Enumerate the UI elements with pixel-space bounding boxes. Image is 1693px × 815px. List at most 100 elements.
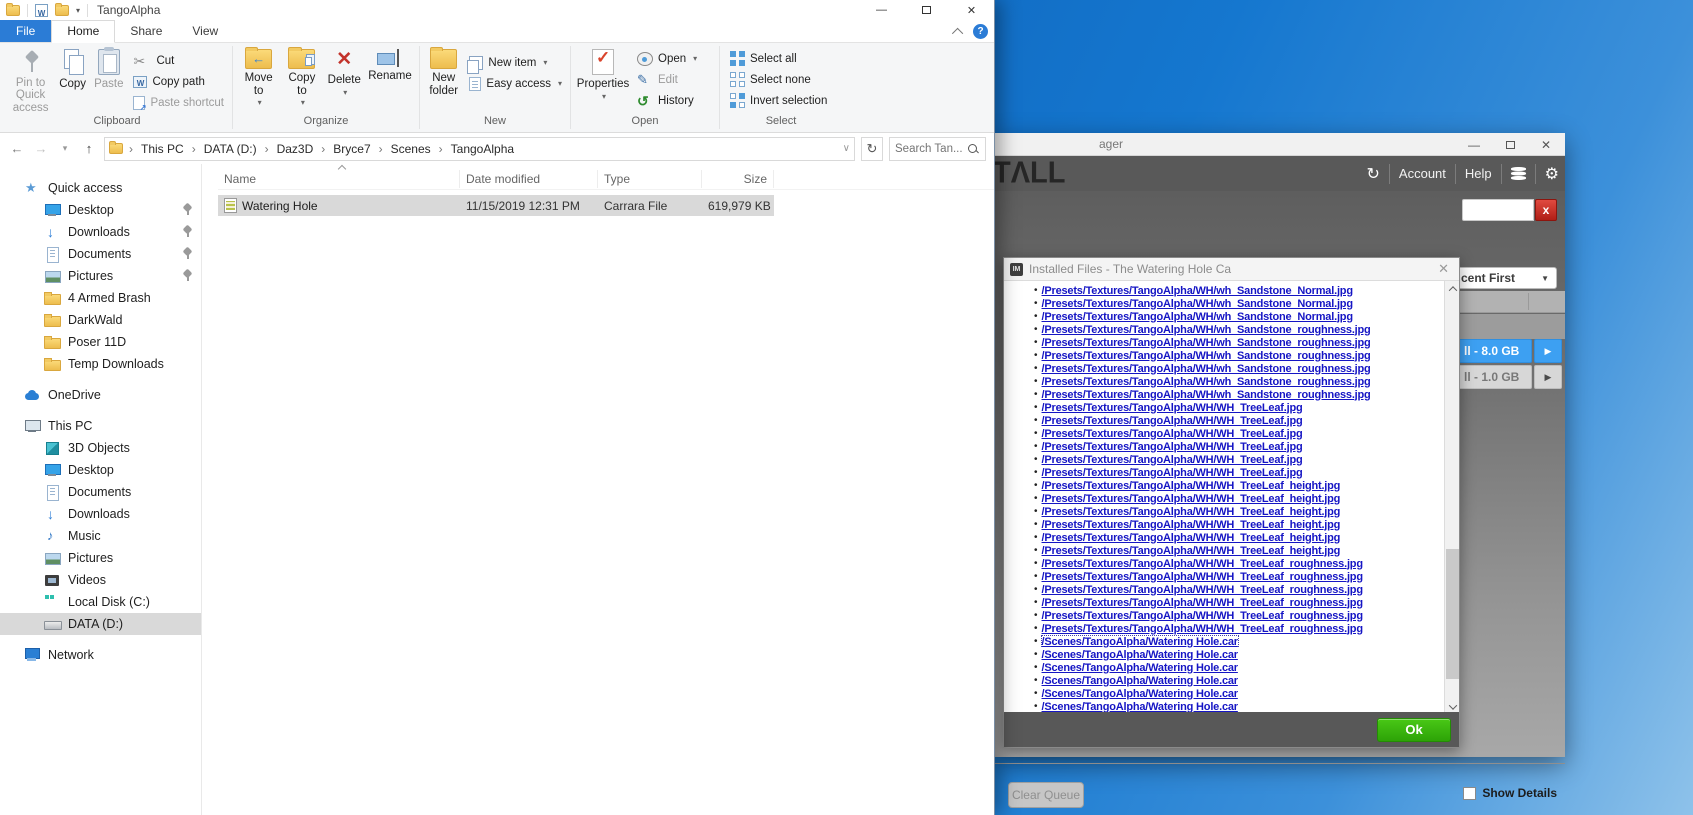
dialog-file-link[interactable]: /Presets/Textures/TangoAlpha/WH/WH_TreeL… [1042,532,1341,544]
edit-button[interactable]: Edit [633,69,701,90]
dialog-file-link[interactable]: /Presets/Textures/TangoAlpha/WH/WH_TreeL… [1042,402,1303,414]
sidebar-item[interactable]: 4 Armed Brash [0,287,201,309]
dim-close-button[interactable]: ✕ [1541,138,1551,152]
dim-search-input[interactable] [1462,199,1534,221]
collapse-ribbon-icon[interactable] [951,27,964,39]
sort-dropdown[interactable]: cent First ▼ [1453,267,1557,289]
forward-button[interactable]: → [32,141,50,156]
expand-arrow-icon[interactable]: ▶ [1534,339,1562,363]
help-icon[interactable]: ? [973,24,988,39]
product-row[interactable]: ll - 8.0 GB ▶ [1453,339,1562,363]
paste-button[interactable]: Paste [90,46,127,114]
properties-button[interactable]: Properties▾ [575,46,631,114]
move-to-button[interactable]: ← Move to ▾ [237,46,280,114]
address-dropdown-icon[interactable]: ∨ [843,143,850,154]
dialog-file-link[interactable]: /Scenes/TangoAlpha/Watering Hole.car [1042,662,1239,674]
rename-button[interactable]: Rename [365,46,415,114]
sidebar-item[interactable]: Videos [0,569,201,591]
dim-minimize-button[interactable]: — [1468,138,1480,152]
dialog-file-link[interactable]: /Scenes/TangoAlpha/Watering Hole.car [1042,649,1239,661]
easy-access-button[interactable]: Easy access ▾ [465,73,566,94]
column-header-name[interactable]: Name [218,164,460,188]
dialog-file-link[interactable]: /Presets/Textures/TangoAlpha/WH/WH_TreeL… [1042,571,1364,583]
dialog-file-link[interactable]: /Presets/Textures/TangoAlpha/WH/wh_Sands… [1042,285,1354,297]
dialog-file-link[interactable]: /Presets/Textures/TangoAlpha/WH/WH_TreeL… [1042,493,1341,505]
dialog-file-link[interactable]: /Presets/Textures/TangoAlpha/WH/WH_TreeL… [1042,558,1364,570]
dialog-file-link[interactable]: /Presets/Textures/TangoAlpha/WH/WH_TreeL… [1042,480,1341,492]
minimize-button[interactable]: — [859,0,904,20]
product-row[interactable]: ll - 1.0 GB ▶ [1453,365,1562,389]
sidebar-item[interactable]: This PC [0,415,201,437]
sidebar-item[interactable]: Desktop [0,199,201,221]
column-header-size[interactable]: Size [702,169,774,188]
address-bar[interactable]: This PCDATA (D:)Daz3DBryce7ScenesTangoAl… [104,136,855,161]
dialog-file-link[interactable]: /Presets/Textures/TangoAlpha/WH/wh_Sands… [1042,350,1371,362]
search-input[interactable] [895,142,963,155]
sidebar-item[interactable]: Poser 11D [0,331,201,353]
sidebar-item[interactable]: Downloads [0,503,201,525]
clear-search-button[interactable]: x [1535,199,1557,221]
close-button[interactable]: ✕ [949,0,994,20]
clear-queue-button[interactable]: Clear Queue [1008,782,1084,808]
ok-button[interactable]: Ok [1377,717,1451,742]
search-icon[interactable] [967,143,979,155]
cut-button[interactable]: Cut [129,50,228,71]
properties-check-icon[interactable] [35,3,48,17]
dialog-file-link[interactable]: /Presets/Textures/TangoAlpha/WH/WH_TreeL… [1042,454,1303,466]
account-link[interactable]: Account [1399,166,1446,181]
sidebar-item[interactable]: Network [0,644,201,666]
sidebar-item[interactable]: Pictures [0,547,201,569]
sidebar-item[interactable]: Desktop [0,459,201,481]
sidebar-item[interactable]: DATA (D:) [0,613,201,635]
dialog-file-link[interactable]: /Presets/Textures/TangoAlpha/WH/wh_Sands… [1042,376,1371,388]
invert-selection-button[interactable]: Invert selection [726,90,831,111]
expand-arrow-icon[interactable]: ▶ [1534,365,1562,389]
sidebar-item[interactable]: OneDrive [0,384,201,406]
history-button[interactable]: History [633,90,701,111]
breadcrumb-item[interactable]: DATA (D:) [188,142,261,156]
select-all-button[interactable]: Select all [726,48,831,69]
sidebar-item[interactable]: Quick access [0,177,201,199]
sidebar-item[interactable]: Local Disk (C:) [0,591,201,613]
dialog-file-link[interactable]: /Presets/Textures/TangoAlpha/WH/wh_Sands… [1042,389,1371,401]
sidebar-item[interactable]: Documents [0,243,201,265]
dialog-file-link[interactable]: /Scenes/TangoAlpha/Watering Hole.car [1042,701,1239,713]
maximize-button[interactable] [904,0,949,20]
delete-button[interactable]: Delete▾ [324,46,365,114]
breadcrumb-item[interactable]: TangoAlpha [435,142,518,156]
refresh-icon[interactable]: ↻ [1367,164,1380,184]
copy-button[interactable]: Copy [55,46,90,114]
sidebar-item[interactable]: Temp Downloads [0,353,201,375]
copy-path-button[interactable]: Copy path [129,71,228,92]
dialog-scrollbar[interactable] [1444,281,1459,714]
dialog-file-link[interactable]: /Presets/Textures/TangoAlpha/WH/WH_TreeL… [1042,428,1303,440]
column-header-date-modified[interactable]: Date modified [460,169,598,188]
dialog-file-link[interactable]: /Presets/Textures/TangoAlpha/WH/wh_Sands… [1042,363,1371,375]
tab-view[interactable]: View [177,21,233,42]
dialog-file-link[interactable]: /Presets/Textures/TangoAlpha/WH/wh_Sands… [1042,324,1371,336]
database-icon[interactable] [1510,167,1526,180]
sidebar-item[interactable]: Downloads [0,221,201,243]
refresh-button[interactable]: ↻ [861,136,883,161]
new-folder-button[interactable]: New folder [424,46,463,114]
tab-share[interactable]: Share [115,21,177,42]
breadcrumb-item[interactable]: Daz3D [261,142,318,156]
recent-locations-icon[interactable]: ▾ [56,143,74,154]
show-details-checkbox[interactable] [1463,786,1477,800]
sidebar-item[interactable]: Music [0,525,201,547]
dialog-file-link[interactable]: /Presets/Textures/TangoAlpha/WH/WH_TreeL… [1042,519,1341,531]
dialog-file-link[interactable]: /Presets/Textures/TangoAlpha/WH/wh_Sands… [1042,337,1371,349]
scroll-up-button[interactable] [1445,281,1460,296]
breadcrumb-item[interactable]: Scenes [375,142,435,156]
dialog-file-link[interactable]: /Presets/Textures/TangoAlpha/WH/WH_TreeL… [1042,597,1364,609]
dialog-file-link[interactable]: /Scenes/TangoAlpha/Watering Hole.car [1042,675,1239,687]
dialog-file-link[interactable]: /Presets/Textures/TangoAlpha/WH/wh_Sands… [1042,311,1354,323]
dialog-file-link[interactable]: /Presets/Textures/TangoAlpha/WH/WH_TreeL… [1042,415,1303,427]
sidebar-item[interactable]: DarkWald [0,309,201,331]
settings-gear-icon[interactable]: ⚙ [1545,164,1559,184]
dialog-file-link[interactable]: /Scenes/TangoAlpha/Watering Hole.car [1040,635,1239,648]
column-header-type[interactable]: Type [598,169,702,188]
sidebar-item[interactable]: Documents [0,481,201,503]
dialog-file-link[interactable]: /Presets/Textures/TangoAlpha/WH/WH_TreeL… [1042,467,1303,479]
paste-shortcut-button[interactable]: Paste shortcut [129,92,228,113]
